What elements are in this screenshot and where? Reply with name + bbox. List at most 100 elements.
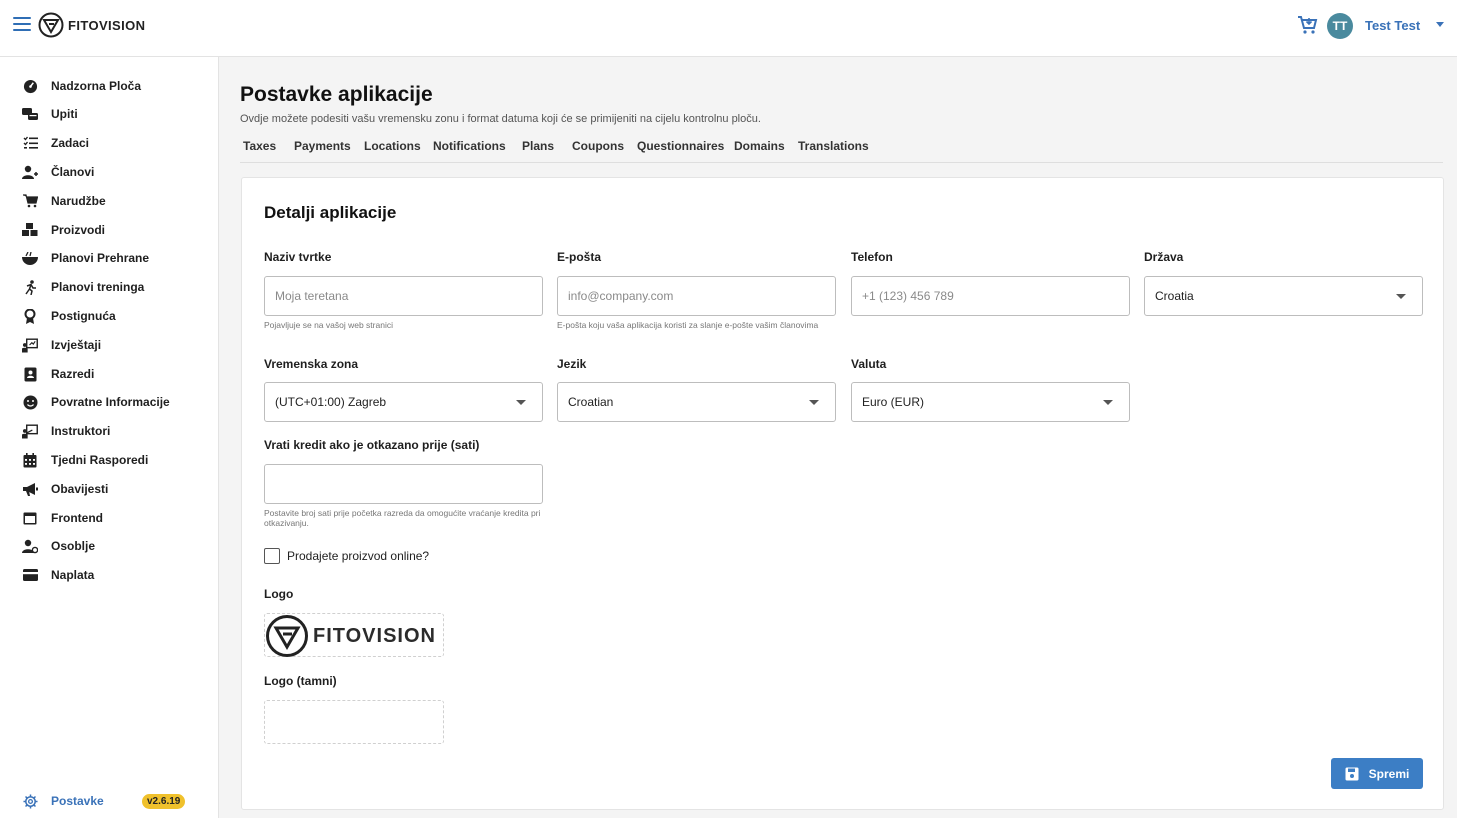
tab-coupons[interactable]: Coupons [572, 139, 624, 153]
page-subtitle: Ovdje možete podesiti vašu vremensku zon… [240, 113, 761, 125]
phone-field[interactable]: +1 (123) 456 789 [851, 276, 1130, 316]
sidebar-item-products[interactable]: Proizvodi [0, 216, 218, 244]
sidebar-item-label: Frontend [51, 511, 103, 525]
main-content: Postavke aplikacije Ovdje možete podesit… [219, 57, 1457, 818]
sidebar-item-meal-plans[interactable]: Planovi Prehrane [0, 244, 218, 272]
sidebar-item-label: Zadaci [51, 136, 90, 150]
chevron-down-icon [1396, 294, 1406, 299]
sidebar-item-instructors[interactable]: Instruktori [0, 417, 218, 445]
country-label: Država [1144, 250, 1184, 264]
cart-icon[interactable] [1296, 14, 1318, 36]
language-select[interactable]: Croatian [557, 382, 836, 422]
timezone-select[interactable]: (UTC+01:00) Zagreb [264, 382, 543, 422]
brand-name: FITOVISION [68, 17, 146, 33]
staff-icon [22, 538, 38, 554]
sidebar-item-dashboard[interactable]: Nadzorna Ploča [0, 72, 218, 100]
chat-bubbles-icon [22, 106, 38, 122]
tab-payments[interactable]: Payments [294, 139, 351, 153]
version-badge: v2.6.19 [142, 794, 186, 809]
sidebar-item-billing[interactable]: Naplata [0, 561, 218, 589]
tab-locations[interactable]: Locations [364, 139, 421, 153]
chevron-down-icon [516, 400, 526, 405]
timezone-label: Vremenska zona [264, 357, 359, 371]
company-name-label: Naziv tvrtke [264, 250, 332, 264]
sidebar-item-label: Osoblje [51, 539, 96, 553]
logo-dark-label: Logo (tamni) [264, 674, 337, 688]
sidebar-item-label: Povratne Informacije [51, 395, 170, 409]
logo-label: Logo [264, 587, 294, 601]
sidebar-item-orders[interactable]: Narudžbe [0, 187, 218, 215]
tab-plans[interactable]: Plans [522, 139, 554, 153]
megaphone-icon [22, 481, 38, 497]
avatar[interactable]: TT [1327, 13, 1353, 39]
company-name-help: Pojavljuje se na vašoj web stranici [264, 320, 393, 330]
logo-brand-text: FITOVISION [313, 624, 436, 647]
refund-hours-label: Vrati kredit ako je otkazano prije (sati… [264, 438, 480, 452]
country-select[interactable]: Croatia [1144, 276, 1423, 316]
sidebar-item-classes[interactable]: Razredi [0, 360, 218, 388]
language-label: Jezik [557, 357, 587, 371]
email-help: E-pošta koju vaša aplikacija koristi za … [557, 320, 819, 330]
language-value: Croatian [568, 395, 614, 409]
sidebar-item-staff[interactable]: Osoblje [0, 532, 218, 560]
sidebar-item-reports[interactable]: Izvještaji [0, 331, 218, 359]
save-label: Spremi [1368, 766, 1410, 781]
floppy-disk-icon [1345, 767, 1359, 781]
menu-icon[interactable] [13, 17, 31, 33]
sidebar: Nadzorna Ploča Upiti Zadaci Članovi Naru… [0, 57, 219, 818]
refund-hours-input[interactable] [264, 464, 543, 504]
sidebar-item-label: Članovi [51, 165, 95, 179]
settings-tabs: Taxes Payments Locations Notifications P… [240, 137, 1443, 163]
currency-label: Valuta [851, 357, 887, 371]
app-logo[interactable]: FITOVISION [38, 12, 145, 38]
sidebar-item-label: Izvještaji [51, 338, 102, 352]
timezone-value: (UTC+01:00) Zagreb [275, 395, 387, 409]
credit-card-icon [22, 567, 38, 583]
tab-questionnaires[interactable]: Questionnaires [637, 139, 724, 153]
sidebar-item-label: Tjedni Rasporedi [51, 453, 149, 467]
sidebar-item-notifications[interactable]: Obavijesti [0, 475, 218, 503]
smiley-icon [22, 394, 38, 410]
currency-select[interactable]: Euro (EUR) [851, 382, 1130, 422]
sidebar-item-label: Obavijesti [51, 482, 109, 496]
sidebar-item-frontend[interactable]: Frontend [0, 504, 218, 532]
chevron-down-icon[interactable] [1436, 22, 1444, 27]
tab-notifications[interactable]: Notifications [433, 139, 506, 153]
sidebar-item-weekly-schedules[interactable]: Tjedni Rasporedi [0, 446, 218, 474]
section-title: Detalji aplikacije [264, 203, 397, 222]
sidebar-item-inquiries[interactable]: Upiti [0, 100, 218, 128]
save-button[interactable]: Spremi [1331, 758, 1423, 789]
sidebar-item-label: Upiti [51, 107, 78, 121]
logo-upload[interactable]: FITOVISION [264, 613, 444, 657]
instructor-icon [22, 423, 38, 439]
sell-online-label: Prodajete proizvod online? [287, 549, 430, 563]
sidebar-item-achievements[interactable]: Postignuća [0, 302, 218, 330]
sidebar-item-settings[interactable]: Postavke [0, 787, 218, 815]
members-icon [22, 164, 38, 180]
logo-preview: FITOVISION [265, 614, 436, 658]
sidebar-item-label: Postignuća [51, 309, 116, 323]
email-field[interactable]: info@company.com [557, 276, 836, 316]
sidebar-item-members[interactable]: Članovi [0, 158, 218, 186]
tab-translations[interactable]: Translations [798, 139, 869, 153]
app-details-card: Detalji aplikacije Naziv tvrtke Moja ter… [241, 177, 1444, 810]
country-value: Croatia [1155, 289, 1194, 303]
fitovision-logo-icon [266, 615, 308, 657]
currency-value: Euro (EUR) [862, 395, 925, 409]
calendar-icon [22, 452, 38, 468]
sidebar-item-label: Planovi treninga [51, 280, 145, 294]
company-name-input[interactable]: Moja teretana [264, 276, 543, 316]
tab-taxes[interactable]: Taxes [243, 139, 276, 153]
tab-domains[interactable]: Domains [734, 139, 785, 153]
medal-icon [22, 308, 38, 324]
refund-hours-help: Postavite broj sati prije početka razred… [264, 508, 541, 528]
sidebar-item-feedback[interactable]: Povratne Informacije [0, 388, 218, 416]
sidebar-item-tasks[interactable]: Zadaci [0, 129, 218, 157]
sell-online-checkbox[interactable] [264, 548, 280, 564]
user-name[interactable]: Test Test [1365, 18, 1420, 33]
sidebar-item-label: Narudžbe [51, 194, 106, 208]
sidebar-item-label: Postavke [51, 794, 104, 808]
sidebar-item-training-plans[interactable]: Planovi treninga [0, 273, 218, 301]
fitovision-logo-icon [38, 12, 64, 38]
logo-dark-upload[interactable] [264, 700, 444, 744]
